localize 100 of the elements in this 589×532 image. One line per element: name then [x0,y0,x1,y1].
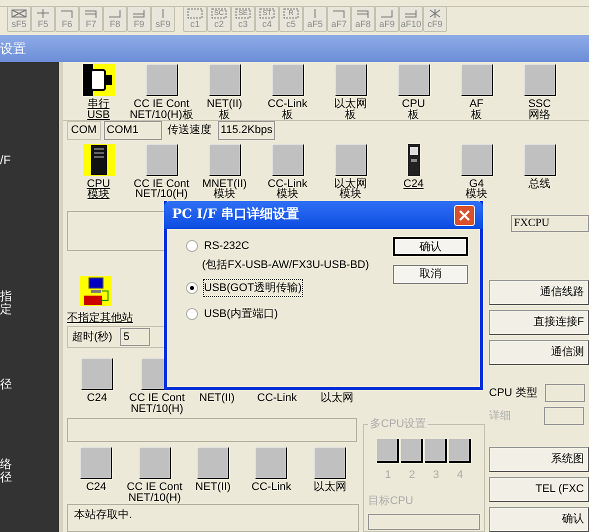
radio-button[interactable] [186,240,198,252]
slot-number: 3 [432,468,440,482]
module-label: C24 [86,393,108,404]
command-button[interactable]: 系统图 [489,447,589,472]
module-label: CC-Link 板 [268,99,308,121]
computer-icon[interactable] [80,276,112,306]
module-tile-icon[interactable] [208,144,240,176]
module-label: CC IE Cont NET/10(H) [129,393,185,415]
module-tile-icon[interactable] [208,64,240,96]
option-label: RS-232C [204,238,250,254]
module-tile-icon[interactable] [334,144,366,176]
module-tile-icon[interactable] [255,447,288,479]
module-label: CC-Link [252,482,292,493]
toolbar-button[interactable]: F8 [103,6,127,32]
module-label: 以太网 模块 [334,179,367,200]
toolbar-button[interactable]: aF10 [399,6,423,32]
module-label: CC IE Cont NET/10(H) [126,482,182,504]
sidebar-label: /F [0,154,12,168]
toolbar-glyph-icon [10,8,28,19]
toolbar-button[interactable]: aF5 [303,6,327,32]
module-label: 以太网 [313,482,346,493]
toolbar-button[interactable]: F5 [31,6,55,32]
radio-button[interactable] [186,308,198,320]
dialog-button[interactable]: 确认 [393,237,468,256]
detail-label: 详细 [489,408,511,424]
module-label: 总线 [528,179,550,190]
module-tile-icon[interactable] [272,64,304,96]
module-label: MNET(II) 模块 [202,179,247,200]
toolbar-button[interactable]: F9 [127,6,151,32]
toolbar-glyph-icon [161,8,165,19]
station-label: 不指定其他站 [67,310,133,326]
close-button[interactable] [454,204,475,226]
module-label: NET(II) [195,482,231,493]
module-tile-icon[interactable] [197,447,230,479]
module-label: NET(II) [199,393,235,404]
dialog-title: PC I/F 串口详细设置 [172,206,300,224]
port-field[interactable]: COM1 [104,121,162,140]
module-label: CC IE Cont NET/10(H) [134,179,190,200]
module-tile-icon[interactable] [524,144,556,176]
command-button[interactable]: 确认 [489,507,589,532]
module-label: C24 [86,482,106,493]
module-label: 以太网 板 [334,99,367,121]
module-tile-icon[interactable] [146,64,178,96]
module-label: C24 [403,179,424,190]
speed-label: 传送速度 [166,122,213,138]
option-note: (包括FX-USB-AW/FX3U-USB-BD) [201,258,370,271]
module-label: CC-Link 模块 [268,179,308,200]
cpu-type-field[interactable] [545,384,586,402]
command-button[interactable]: 通信测 [489,340,589,365]
slot-number: 2 [408,468,416,482]
plc-type-field[interactable]: FXCPU [511,215,589,232]
target-label: 目标CPU [368,494,414,509]
toolbar-button[interactable]: cF9 [423,6,447,32]
module-tile-icon[interactable] [524,64,556,96]
sidebar-label: 指定 [0,290,12,316]
dialog-button[interactable]: 取消 [393,265,468,284]
module-tile-icon[interactable] [334,64,366,96]
toolbar-button[interactable]: sF5 [7,6,31,32]
detail-field[interactable] [544,407,584,425]
option-label: USB(GOT透明传输) [204,280,302,296]
timeout-field[interactable]: 5 [120,328,150,346]
speed-field[interactable]: 115.2Kbps [218,121,276,140]
module-label: 串行 USB [87,99,110,121]
toolbar-glyph-icon [34,8,52,19]
toolbar-button[interactable]: c1 [183,6,207,32]
module-tile-icon[interactable] [460,144,492,176]
module-tile-icon[interactable] [314,447,346,479]
toolbar-button[interactable]: F7 [79,6,103,32]
module-label: CPU 板 [402,99,426,121]
module-label: NET(II) 板 [206,99,242,121]
cpu-unit-icon[interactable] [82,144,114,176]
timeout-label: 超时(秒) [72,330,112,345]
module-tile-icon[interactable] [80,447,112,479]
toolbar-button[interactable]: F6 [55,6,79,32]
module-tile-icon[interactable] [138,447,171,479]
port-label: COM [67,121,101,140]
sidebar-label: 径 [0,378,12,392]
radio-button[interactable] [186,282,198,294]
command-button[interactable]: 通信线路 [489,280,589,305]
slot-number: 1 [384,468,392,482]
module-tile-icon[interactable] [460,64,492,96]
module-label: 以太网 [320,393,354,404]
toolbar-glyph-icon [313,8,317,19]
module-label: G4 模块 [466,179,488,200]
toolbar-button[interactable]: aF7 [327,6,351,32]
module-label: CPU 模块 [86,179,110,200]
module-tile-icon[interactable] [272,144,304,176]
toolbar-button[interactable]: sF9 [151,6,175,32]
close-icon [459,210,470,220]
module-tile-icon[interactable] [398,64,430,96]
module-tile-icon[interactable] [81,358,113,390]
command-button[interactable]: TEL (FXC [489,477,589,502]
connector-icon[interactable] [82,64,114,96]
module-label: CC IE Cont NET/10(H)板 [130,99,194,121]
toolbar-button[interactable]: aF9 [375,6,399,32]
window-title: 设置 [0,40,26,58]
command-button[interactable]: 直接连接F [489,310,589,335]
module-tile-icon[interactable] [146,144,178,176]
toolbar-button[interactable]: aF8 [351,6,375,32]
module-label: CC-Link [257,393,297,404]
